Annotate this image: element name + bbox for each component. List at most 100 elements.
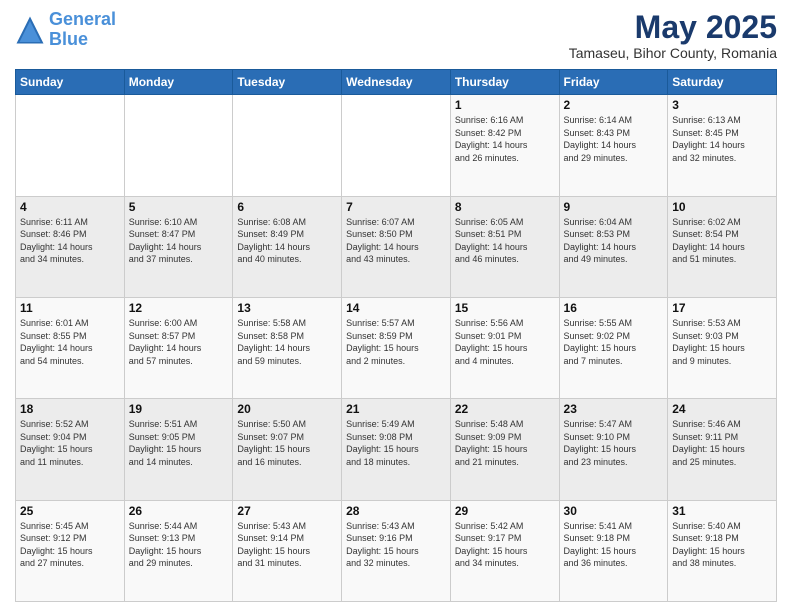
calendar-cell: 27Sunrise: 5:43 AM Sunset: 9:14 PM Dayli…	[233, 500, 342, 601]
day-info: Sunrise: 5:46 AM Sunset: 9:11 PM Dayligh…	[672, 418, 772, 468]
calendar-cell	[342, 95, 451, 196]
calendar-cell: 30 Sunrise: 5:41 AM Sunset: 9:18 PM Dayli…	[559, 500, 668, 601]
calendar-cell	[233, 95, 342, 196]
day-number: 31	[672, 504, 772, 518]
calendar-cell: 1Sunrise: 6:16 AM Sunset: 8:42 PM Daylig…	[450, 95, 559, 196]
calendar-body: 1Sunrise: 6:16 AM Sunset: 8:42 PM Daylig…	[16, 95, 777, 602]
day-number: 30	[564, 504, 664, 518]
weekday-header-row: SundayMondayTuesdayWednesdayThursdayFrid…	[16, 70, 777, 95]
logo: General Blue	[15, 10, 116, 50]
calendar-week-3: 11 Sunrise: 6:01 AM Sunset: 8:55 PM Dayli…	[16, 297, 777, 398]
day-number: 27	[237, 504, 337, 518]
day-info: Sunrise: 5:49 AM Sunset: 9:08 PM Dayligh…	[346, 418, 446, 468]
calendar-cell: 31 Sunrise: 5:40 AM Sunset: 9:18 PM Dayli…	[668, 500, 777, 601]
day-info: Sunrise: 5:52 AM Sunset: 9:04 PM Dayligh…	[20, 418, 120, 468]
day-info: Sunrise: 6:13 AM Sunset: 8:45 PM Dayligh…	[672, 114, 772, 164]
day-number: 28	[346, 504, 446, 518]
logo-line2: Blue	[49, 29, 88, 49]
day-info: Sunrise: 6:11 AM Sunset: 8:46 PM Dayligh…	[20, 216, 120, 266]
calendar-cell: 25 Sunrise: 5:45 AM Sunset: 9:12 PM Dayli…	[16, 500, 125, 601]
calendar-cell: 23Sunrise: 5:47 AM Sunset: 9:10 PM Dayli…	[559, 399, 668, 500]
day-info: Sunrise: 5:47 AM Sunset: 9:10 PM Dayligh…	[564, 418, 664, 468]
calendar-cell: 6Sunrise: 6:08 AM Sunset: 8:49 PM Daylig…	[233, 196, 342, 297]
calendar-header: SundayMondayTuesdayWednesdayThursdayFrid…	[16, 70, 777, 95]
weekday-header-wednesday: Wednesday	[342, 70, 451, 95]
calendar-cell: 11 Sunrise: 6:01 AM Sunset: 8:55 PM Dayli…	[16, 297, 125, 398]
day-info: Sunrise: 6:16 AM Sunset: 8:42 PM Dayligh…	[455, 114, 555, 164]
day-number: 6	[237, 200, 337, 214]
day-info: Sunrise: 5:42 AM Sunset: 9:17 PM Dayligh…	[455, 520, 555, 570]
day-info: Sunrise: 6:04 AM Sunset: 8:53 PM Dayligh…	[564, 216, 664, 266]
day-number: 4	[20, 200, 120, 214]
calendar-cell: 24 Sunrise: 5:46 AM Sunset: 9:11 PM Dayli…	[668, 399, 777, 500]
calendar-cell: 14Sunrise: 5:57 AM Sunset: 8:59 PM Dayli…	[342, 297, 451, 398]
calendar-cell: 20 Sunrise: 5:50 AM Sunset: 9:07 PM Dayli…	[233, 399, 342, 500]
day-number: 19	[129, 402, 229, 416]
day-number: 13	[237, 301, 337, 315]
calendar-cell: 10 Sunrise: 6:02 AM Sunset: 8:54 PM Dayli…	[668, 196, 777, 297]
day-info: Sunrise: 5:44 AM Sunset: 9:13 PM Dayligh…	[129, 520, 229, 570]
day-number: 25	[20, 504, 120, 518]
day-number: 24	[672, 402, 772, 416]
day-info: Sunrise: 6:01 AM Sunset: 8:55 PM Dayligh…	[20, 317, 120, 367]
day-number: 26	[129, 504, 229, 518]
day-number: 7	[346, 200, 446, 214]
calendar-cell: 2 Sunrise: 6:14 AM Sunset: 8:43 PM Daylig…	[559, 95, 668, 196]
calendar-cell: 5 Sunrise: 6:10 AM Sunset: 8:47 PM Daylig…	[124, 196, 233, 297]
logo-line1: General	[49, 9, 116, 29]
day-info: Sunrise: 6:10 AM Sunset: 8:47 PM Dayligh…	[129, 216, 229, 266]
calendar-cell: 28Sunrise: 5:43 AM Sunset: 9:16 PM Dayli…	[342, 500, 451, 601]
day-number: 10	[672, 200, 772, 214]
day-info: Sunrise: 5:45 AM Sunset: 9:12 PM Dayligh…	[20, 520, 120, 570]
day-info: Sunrise: 5:51 AM Sunset: 9:05 PM Dayligh…	[129, 418, 229, 468]
weekday-header-sunday: Sunday	[16, 70, 125, 95]
calendar-cell: 15Sunrise: 5:56 AM Sunset: 9:01 PM Dayli…	[450, 297, 559, 398]
day-info: Sunrise: 5:58 AM Sunset: 8:58 PM Dayligh…	[237, 317, 337, 367]
day-number: 21	[346, 402, 446, 416]
calendar-cell: 8 Sunrise: 6:05 AM Sunset: 8:51 PM Daylig…	[450, 196, 559, 297]
day-number: 11	[20, 301, 120, 315]
day-number: 16	[564, 301, 664, 315]
day-info: Sunrise: 5:55 AM Sunset: 9:02 PM Dayligh…	[564, 317, 664, 367]
logo-icon	[15, 15, 45, 45]
day-info: Sunrise: 6:14 AM Sunset: 8:43 PM Dayligh…	[564, 114, 664, 164]
day-number: 29	[455, 504, 555, 518]
calendar-cell: 18 Sunrise: 5:52 AM Sunset: 9:04 PM Dayli…	[16, 399, 125, 500]
day-number: 18	[20, 402, 120, 416]
weekday-header-friday: Friday	[559, 70, 668, 95]
day-number: 9	[564, 200, 664, 214]
day-number: 15	[455, 301, 555, 315]
calendar-cell: 22 Sunrise: 5:48 AM Sunset: 9:09 PM Dayli…	[450, 399, 559, 500]
day-info: Sunrise: 5:41 AM Sunset: 9:18 PM Dayligh…	[564, 520, 664, 570]
day-number: 3	[672, 98, 772, 112]
day-info: Sunrise: 6:05 AM Sunset: 8:51 PM Dayligh…	[455, 216, 555, 266]
logo-text: General Blue	[49, 10, 116, 50]
subtitle: Tamaseu, Bihor County, Romania	[569, 45, 777, 61]
day-info: Sunrise: 6:07 AM Sunset: 8:50 PM Dayligh…	[346, 216, 446, 266]
day-info: Sunrise: 5:40 AM Sunset: 9:18 PM Dayligh…	[672, 520, 772, 570]
weekday-header-saturday: Saturday	[668, 70, 777, 95]
day-info: Sunrise: 5:50 AM Sunset: 9:07 PM Dayligh…	[237, 418, 337, 468]
calendar-cell: 9 Sunrise: 6:04 AM Sunset: 8:53 PM Daylig…	[559, 196, 668, 297]
day-number: 8	[455, 200, 555, 214]
day-info: Sunrise: 5:48 AM Sunset: 9:09 PM Dayligh…	[455, 418, 555, 468]
calendar-table: SundayMondayTuesdayWednesdayThursdayFrid…	[15, 69, 777, 602]
day-number: 14	[346, 301, 446, 315]
day-number: 5	[129, 200, 229, 214]
calendar-cell: 13 Sunrise: 5:58 AM Sunset: 8:58 PM Dayli…	[233, 297, 342, 398]
calendar-week-2: 4 Sunrise: 6:11 AM Sunset: 8:46 PM Daylig…	[16, 196, 777, 297]
day-number: 17	[672, 301, 772, 315]
day-info: Sunrise: 5:53 AM Sunset: 9:03 PM Dayligh…	[672, 317, 772, 367]
calendar-cell: 21 Sunrise: 5:49 AM Sunset: 9:08 PM Dayli…	[342, 399, 451, 500]
day-number: 20	[237, 402, 337, 416]
calendar-cell: 3 Sunrise: 6:13 AM Sunset: 8:45 PM Daylig…	[668, 95, 777, 196]
day-number: 2	[564, 98, 664, 112]
calendar-cell	[124, 95, 233, 196]
calendar-cell: 16 Sunrise: 5:55 AM Sunset: 9:02 PM Dayli…	[559, 297, 668, 398]
day-number: 22	[455, 402, 555, 416]
day-info: Sunrise: 6:02 AM Sunset: 8:54 PM Dayligh…	[672, 216, 772, 266]
calendar-cell: 17 Sunrise: 5:53 AM Sunset: 9:03 PM Dayli…	[668, 297, 777, 398]
calendar-week-4: 18 Sunrise: 5:52 AM Sunset: 9:04 PM Dayli…	[16, 399, 777, 500]
weekday-header-tuesday: Tuesday	[233, 70, 342, 95]
day-number: 12	[129, 301, 229, 315]
